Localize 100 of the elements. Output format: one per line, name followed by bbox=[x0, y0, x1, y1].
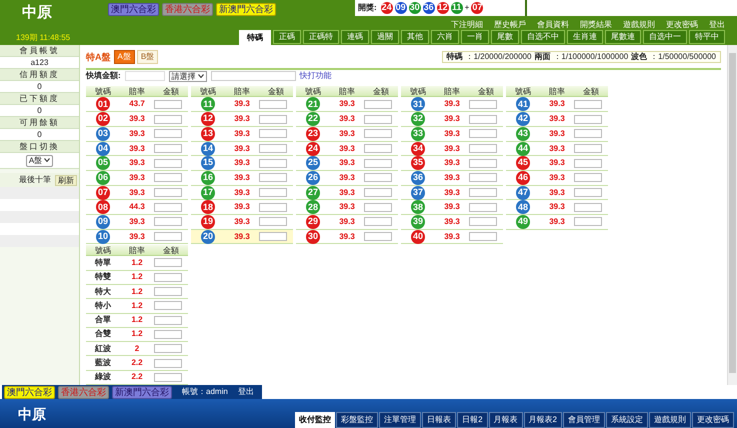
number-row[interactable]: 29 39.3 bbox=[296, 214, 398, 230]
amount-input[interactable] bbox=[364, 217, 392, 226]
number-row[interactable]: 49 39.3 bbox=[506, 214, 608, 230]
amount-input[interactable] bbox=[469, 217, 497, 226]
number-row[interactable]: 15 39.3 bbox=[191, 156, 293, 171]
nav-tab[interactable]: 正碼特 bbox=[303, 30, 339, 44]
amount-input[interactable] bbox=[364, 129, 392, 138]
number-row[interactable]: 25 39.3 bbox=[296, 156, 398, 171]
amount-input[interactable] bbox=[154, 217, 182, 226]
lottery-badge[interactable]: 新澳門六合彩 bbox=[216, 3, 276, 16]
amount-input[interactable] bbox=[574, 217, 602, 226]
number-row[interactable]: 14 39.3 bbox=[191, 142, 293, 156]
amount-input[interactable] bbox=[574, 173, 602, 182]
amount-input[interactable] bbox=[259, 158, 287, 168]
nav-tab[interactable]: 過關 bbox=[371, 30, 399, 44]
plate-tab[interactable]: A盤 bbox=[114, 50, 135, 64]
nav-tab[interactable]: 正碼 bbox=[273, 30, 301, 44]
amount-input[interactable] bbox=[154, 316, 182, 325]
number-row[interactable]: 13 39.3 bbox=[191, 126, 293, 142]
number-row[interactable]: 47 39.3 bbox=[506, 186, 608, 200]
amount-input[interactable] bbox=[364, 232, 392, 242]
number-row[interactable]: 09 39.3 bbox=[86, 214, 188, 230]
amount-input[interactable] bbox=[469, 144, 497, 154]
number-row[interactable]: 19 39.3 bbox=[191, 214, 293, 230]
amount-input[interactable] bbox=[154, 330, 182, 339]
amount-input[interactable] bbox=[469, 202, 497, 212]
lottery-badge[interactable]: 澳門六合彩 bbox=[4, 386, 55, 398]
amount-input[interactable] bbox=[364, 202, 392, 212]
admin-tab[interactable]: 注單管理 bbox=[379, 412, 422, 428]
quick-fill-input[interactable] bbox=[124, 71, 165, 81]
amount-input[interactable] bbox=[469, 232, 497, 242]
amount-input[interactable] bbox=[574, 158, 602, 168]
amount-input[interactable] bbox=[154, 258, 182, 268]
number-row[interactable]: 21 39.3 bbox=[296, 97, 398, 112]
amount-input[interactable] bbox=[154, 272, 182, 282]
amount-input[interactable] bbox=[259, 114, 287, 124]
header-link[interactable]: 下注明細 bbox=[451, 20, 483, 30]
amount-input[interactable] bbox=[154, 188, 182, 198]
scrollbar[interactable] bbox=[727, 45, 737, 385]
amount-input[interactable] bbox=[259, 173, 287, 182]
number-row[interactable]: 17 39.3 bbox=[191, 186, 293, 200]
quick-fill-select[interactable]: 請選擇 bbox=[168, 70, 207, 82]
number-row[interactable]: 38 39.3 bbox=[401, 200, 503, 215]
number-row[interactable]: 04 39.3 bbox=[86, 142, 188, 156]
number-row[interactable]: 34 39.3 bbox=[401, 142, 503, 156]
number-row[interactable]: 06 39.3 bbox=[86, 170, 188, 186]
header-link[interactable]: 開獎結果 bbox=[580, 20, 612, 30]
amount-input[interactable] bbox=[364, 173, 392, 182]
admin-tab[interactable]: 更改密碼 bbox=[692, 412, 734, 428]
amount-input[interactable] bbox=[364, 188, 392, 198]
amount-input[interactable] bbox=[154, 144, 182, 154]
number-row[interactable]: 42 39.3 bbox=[506, 112, 608, 127]
number-row[interactable]: 02 39.3 bbox=[86, 112, 188, 127]
number-row[interactable]: 05 39.3 bbox=[86, 156, 188, 171]
amount-input[interactable] bbox=[154, 129, 182, 138]
number-row[interactable]: 23 39.3 bbox=[296, 126, 398, 142]
amount-input[interactable] bbox=[259, 217, 287, 226]
admin-tab[interactable]: 系統設定 bbox=[606, 412, 648, 428]
amount-input[interactable] bbox=[154, 100, 182, 109]
nav-tab[interactable]: 自选不中 bbox=[521, 30, 565, 44]
nav-tab[interactable]: 其他 bbox=[401, 30, 429, 44]
number-row[interactable]: 44 39.3 bbox=[506, 142, 608, 156]
admin-tab[interactable]: 日報2 bbox=[457, 412, 488, 428]
nav-tab[interactable]: 特平中 bbox=[689, 30, 725, 44]
amount-input[interactable] bbox=[154, 301, 182, 310]
amount-input[interactable] bbox=[259, 144, 287, 154]
amount-input[interactable] bbox=[154, 232, 182, 242]
number-row[interactable]: 24 39.3 bbox=[296, 142, 398, 156]
number-row[interactable]: 03 39.3 bbox=[86, 126, 188, 142]
admin-tab[interactable]: 月報表2 bbox=[524, 412, 562, 428]
plate-select[interactable]: A盤 bbox=[26, 154, 54, 166]
lottery-badge[interactable]: 澳門六合彩 bbox=[108, 3, 159, 16]
lottery-badge[interactable]: 新澳門六合彩 bbox=[112, 386, 172, 398]
number-row[interactable]: 27 39.3 bbox=[296, 186, 398, 200]
amount-input[interactable] bbox=[469, 129, 497, 138]
number-row[interactable]: 33 39.3 bbox=[401, 126, 503, 142]
number-row[interactable]: 37 39.3 bbox=[401, 186, 503, 200]
header-link[interactable]: 歷史帳戶 bbox=[494, 20, 526, 30]
header-link[interactable]: 更改密碼 bbox=[666, 20, 698, 30]
number-row[interactable]: 22 39.3 bbox=[296, 112, 398, 127]
number-row[interactable]: 10 39.3 bbox=[86, 230, 188, 244]
number-row[interactable]: 45 39.3 bbox=[506, 156, 608, 171]
amount-input[interactable] bbox=[574, 144, 602, 154]
amount-input[interactable] bbox=[259, 129, 287, 138]
quick-bet-link[interactable]: 快打功能 bbox=[300, 70, 332, 82]
number-row[interactable]: 30 39.3 bbox=[296, 230, 398, 244]
amount-input[interactable] bbox=[574, 129, 602, 138]
amount-input[interactable] bbox=[154, 202, 182, 212]
nav-tab[interactable]: 尾數 bbox=[491, 30, 519, 44]
number-row[interactable]: 48 39.3 bbox=[506, 200, 608, 215]
amount-input[interactable] bbox=[364, 114, 392, 124]
amount-input[interactable] bbox=[154, 173, 182, 182]
number-row[interactable]: 18 39.3 bbox=[191, 200, 293, 215]
nav-tab[interactable]: 尾數連 bbox=[605, 30, 641, 44]
number-row[interactable]: 12 39.3 bbox=[191, 112, 293, 127]
amount-input[interactable] bbox=[154, 114, 182, 124]
amount-input[interactable] bbox=[574, 188, 602, 198]
amount-input[interactable] bbox=[469, 100, 497, 109]
header-link[interactable]: 遊戲規則 bbox=[623, 20, 655, 30]
amount-input[interactable] bbox=[574, 100, 602, 109]
